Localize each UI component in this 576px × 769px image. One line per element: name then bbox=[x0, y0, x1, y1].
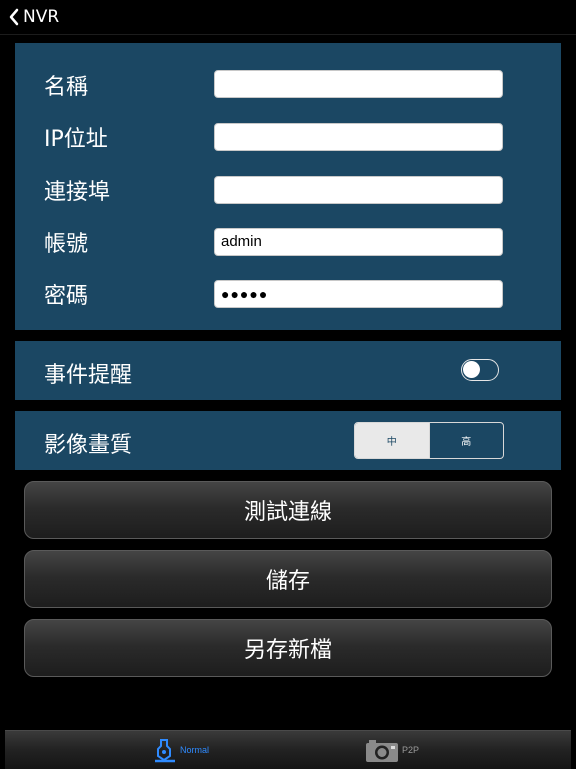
password-label: 密碼 bbox=[44, 284, 89, 309]
pen-icon bbox=[155, 739, 175, 763]
back-label: NVR bbox=[23, 7, 60, 27]
toggle-knob bbox=[463, 361, 480, 378]
port-label: 連接埠 bbox=[44, 180, 111, 205]
port-field[interactable] bbox=[214, 176, 503, 204]
name-label: 名稱 bbox=[44, 75, 89, 100]
name-field[interactable] bbox=[214, 70, 503, 98]
quality-option-medium[interactable]: 中 bbox=[355, 423, 429, 458]
quality-segmented-control: 中 高 bbox=[354, 422, 504, 459]
navigation-bar: NVR bbox=[0, 0, 576, 35]
quality-option-high[interactable]: 高 bbox=[428, 423, 504, 458]
save-as-button[interactable]: 另存新檔 bbox=[24, 619, 552, 677]
tab-bar: Normal P2P bbox=[5, 730, 571, 769]
password-field[interactable]: ●●●●● bbox=[214, 280, 503, 308]
tab-p2p[interactable]: P2P bbox=[365, 731, 419, 769]
tab-normal-label: Normal bbox=[180, 745, 210, 755]
event-notification-row: 事件提醒 bbox=[15, 341, 561, 400]
chevron-left-icon bbox=[9, 8, 19, 26]
ip-label: IP位址 bbox=[44, 127, 108, 152]
ip-field[interactable] bbox=[214, 123, 503, 151]
save-button[interactable]: 儲存 bbox=[24, 550, 552, 608]
account-label: 帳號 bbox=[44, 232, 89, 257]
camera-icon bbox=[366, 740, 398, 762]
event-label: 事件提醒 bbox=[44, 363, 133, 388]
connection-form: 名稱 IP位址 連接埠 帳號 admin 密碼 ●●●●● bbox=[15, 43, 561, 330]
test-connection-button[interactable]: 測試連線 bbox=[24, 481, 552, 539]
back-button[interactable]: NVR bbox=[8, 4, 59, 30]
account-field[interactable]: admin bbox=[214, 228, 503, 256]
quality-label: 影像畫質 bbox=[44, 433, 133, 458]
tab-normal[interactable]: Normal bbox=[153, 731, 209, 769]
event-toggle[interactable] bbox=[461, 359, 499, 381]
video-quality-row: 影像畫質 中 高 bbox=[15, 411, 561, 470]
tab-p2p-label: P2P bbox=[402, 745, 420, 755]
